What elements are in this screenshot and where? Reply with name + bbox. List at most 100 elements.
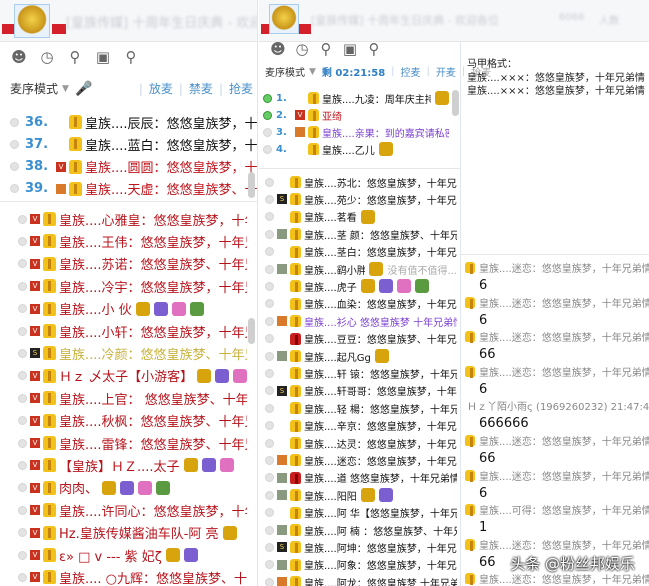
user-list-item[interactable]: 皇族....达灵：悠悠皇族梦，十年兄弟	[259, 435, 457, 451]
user-icon[interactable]: ☻	[10, 48, 28, 66]
mic-queue-item[interactable]: 2. V 亚绮	[259, 107, 449, 123]
chevron-down-icon[interactable]: ▼	[62, 84, 69, 94]
user-list-item[interactable]: S 皇族....阿坤：悠悠皇族梦，十年兄弟	[259, 539, 457, 555]
grab-mic-button[interactable]: 抢麦	[229, 80, 253, 97]
user-list-item[interactable]: 皇族....鹞小胖 没有值不值得...	[259, 261, 457, 277]
mic-queue-item[interactable]: 4. 皇族....乙儿	[259, 141, 449, 157]
user-list-item[interactable]: 皇族....辛京：悠悠皇族梦，十年兄弟	[259, 418, 457, 434]
user-list-item[interactable]: V 皇族....上官： 悠悠皇族梦、十年兄	[0, 388, 247, 408]
mic-mode-select[interactable]: 麦序模式	[10, 80, 58, 97]
vip-badge-icon	[277, 316, 287, 327]
chevron-down-icon[interactable]: ▼	[309, 67, 316, 77]
medal-icon	[183, 548, 198, 562]
vip-badge-icon	[277, 334, 287, 344]
vip-badge-icon	[56, 139, 66, 149]
screen-share-icon[interactable]: ▣	[341, 40, 359, 58]
user-name: 皇族.... ○九辉：悠悠皇族梦、十年兄	[59, 571, 247, 586]
user-list-item[interactable]: V 皇族....小 伙	[0, 299, 247, 319]
user-list-item[interactable]: V 皇族....王伟：悠悠皇族梦，十年兄弟	[0, 231, 247, 251]
user-list-item[interactable]: S 皇族....轩哥哥：悠悠皇族梦，十年兄	[259, 383, 457, 399]
user-name: 皇族....鹞小胖	[304, 265, 366, 277]
user-name: 皇族....阿象：悠悠皇族梦，十年兄弟	[304, 561, 457, 573]
medal-icon	[135, 301, 150, 316]
mic-queue-item[interactable]: 3. 皇族....亲果：到的嘉宾请私密我	[259, 124, 449, 140]
user-list-item[interactable]: 皇族....虎子	[259, 278, 457, 294]
medal-icon	[215, 368, 229, 383]
user-list-item[interactable]: 皇族....阿 楠 ：悠悠皇族梦、十年兄	[259, 522, 457, 538]
user-list-item[interactable]: Vε» □ v --- 紫 妃ζ	[0, 545, 247, 565]
control-mic-button[interactable]: 控麦	[401, 64, 421, 79]
user-list-item[interactable]: 皇族....茎 颜：悠悠皇族梦、十年兄	[259, 226, 457, 242]
mic-queue-item[interactable]: 38. V 皇族....圆圆：悠悠皇族梦，十年	[0, 157, 257, 177]
user-name: 皇族....苏北：悠悠皇族梦，十年兄弟	[304, 178, 457, 190]
mic-queue-item[interactable]: 1. 皇族....九凌：周年庆主持	[259, 90, 449, 106]
user-list-item[interactable]: V Ｈｚ 乄太子【小游客】	[0, 366, 247, 386]
user-list-item[interactable]: S 皇族....冷颜：悠悠皇族梦、十年兄弟	[0, 343, 247, 363]
user-list-item[interactable]: 皇族....阿象：悠悠皇族梦，十年兄弟	[259, 557, 457, 573]
user-list-item[interactable]: 皇族....起凡Gg	[259, 348, 457, 364]
user-name: 皇族....道 悠悠皇族梦，十年兄弟情	[304, 474, 457, 486]
ban-mic-button[interactable]: 禁麦	[189, 80, 213, 97]
medal-icon	[138, 480, 153, 495]
message-sender: 皇族....迷恋：悠悠皇族梦，十年兄弟情(	[479, 471, 649, 483]
user-list-item[interactable]: V 皇族....冷宇：悠悠皇族梦，十年兄弟	[0, 276, 247, 296]
history-icon[interactable]: ◷	[293, 40, 311, 58]
search-icon[interactable]: ⚲	[122, 48, 140, 66]
user-list-item[interactable]: V 皇族....苏诺：悠悠皇族梦、十年兄弟	[0, 254, 247, 274]
vip-badge-icon	[277, 438, 287, 448]
user-list-item[interactable]: V 皇族.... ○九辉：悠悠皇族梦、十年兄	[0, 567, 247, 586]
user-list-item[interactable]: V 皇族....秋枫：悠悠皇族梦、十年兄弟	[0, 411, 247, 431]
user-list-item[interactable]: S 皇族....苑少：悠悠皇族梦，十年兄弟	[259, 191, 457, 207]
queue-scrollbar[interactable]	[452, 90, 459, 116]
mic-muted-icon[interactable]: 🎤	[75, 81, 92, 97]
location-icon[interactable]: ⚲	[317, 40, 335, 58]
user-list-item[interactable]: 皇族....苏北：悠悠皇族梦，十年兄弟	[259, 174, 457, 190]
user-icon[interactable]: ☻	[269, 40, 287, 58]
history-icon[interactable]: ◷	[38, 48, 56, 66]
user-list-scrollbar[interactable]	[248, 318, 255, 344]
release-mic-button[interactable]: 放麦	[149, 80, 173, 97]
user-list-item[interactable]: V 肉肉、	[0, 478, 247, 498]
open-mic-button[interactable]: 开麦	[436, 64, 456, 79]
vip-badge-icon: V	[30, 326, 40, 336]
user-list-item[interactable]: 皇族....茎白：悠悠皇族梦，十年兄弟	[259, 244, 457, 260]
mic-queue-item[interactable]: 39. 皇族....天虚：悠悠皇族梦、十年	[0, 179, 257, 199]
queue-scrollbar[interactable]	[248, 172, 255, 198]
user-list-item[interactable]: V 【皇族】ＨＺ....太子	[0, 455, 247, 475]
vip-badge-icon	[277, 490, 287, 501]
vip-badge-icon: V	[30, 415, 40, 426]
medal-icon	[360, 279, 375, 294]
user-list-item[interactable]: 皇族....道 悠悠皇族梦，十年兄弟情	[259, 470, 457, 486]
format-line: 皇族....×××：悠悠皇族梦，十年兄弟情	[467, 86, 645, 97]
user-list-item[interactable]: V 皇族....小轩：悠悠皇族梦，十年兄弟	[0, 321, 247, 341]
user-list-item[interactable]: V 皇族....雷锋：悠悠皇族梦、十年兄弟	[0, 433, 247, 453]
message-text: 6	[479, 485, 488, 501]
screen-share-icon[interactable]: ▣	[94, 48, 112, 66]
user-list-item[interactable]: 皇族....血染：悠悠皇族梦，十年兄弟	[259, 296, 457, 312]
user-list-item[interactable]: V 皇族....许同心：悠悠皇族梦，十年兄	[0, 500, 247, 520]
user-list-item[interactable]: V Hz.皇族传媒酱油车队-阿 亮	[0, 523, 247, 543]
chat-message: 皇族....迷恋：悠悠皇族梦，十年兄弟情(6	[465, 364, 649, 397]
user-list-item[interactable]: 皇族....衫心 悠悠皇族梦 十年兄弟情	[259, 313, 457, 329]
vip-badge-icon	[277, 421, 287, 431]
message-sender: 皇族....可得：悠悠皇族梦，十年兄弟情(	[479, 506, 649, 518]
vip-badge-icon	[277, 229, 287, 240]
user-list-item[interactable]: 皇族....轻 楊：悠悠皇族梦，十年兄	[259, 400, 457, 416]
mic-queue-item[interactable]: 36. 皇族....辰辰：悠悠皇族梦，十年	[0, 112, 257, 132]
mic-queue-item[interactable]: 37. 皇族....蓝白：悠悠皇族梦，十年	[0, 134, 257, 154]
user-list-item[interactable]: 皇族....阳阳	[259, 487, 457, 503]
user-list-item[interactable]: 皇族....轩 锿：悠悠皇族梦，十年兄	[259, 365, 457, 381]
vip-badge-icon	[277, 455, 287, 466]
channel-header: [皇族传媒] 十周年生日庆典 - 欢迎各位 6066 人数	[259, 0, 649, 42]
user-list-item[interactable]: 皇族....茗看	[259, 209, 457, 225]
user-list-item[interactable]: 皇族....迷恋：悠悠皇族梦，十年兄弟	[259, 452, 457, 468]
mic-mode-select[interactable]: 麦序模式	[265, 64, 305, 79]
search-icon[interactable]: ⚲	[365, 40, 383, 58]
user-name: 皇族....苑少：悠悠皇族梦，十年兄弟	[304, 195, 457, 207]
user-list-item[interactable]: 皇族....阿龙：悠悠皇族梦 十年兄弟	[259, 574, 457, 586]
user-list-item[interactable]: 皇族....阿 华【悠悠皇族梦，十年兄	[259, 505, 457, 521]
user-list-item[interactable]: 皇族....豆豆：悠悠皇族梦、十年兄弟	[259, 331, 457, 347]
location-icon[interactable]: ⚲	[66, 48, 84, 66]
user-name: 皇族....血染：悠悠皇族梦，十年兄弟	[304, 300, 457, 312]
user-list-item[interactable]: V 皇族....心雅皇：悠悠皇族梦，十年兄	[0, 209, 247, 229]
